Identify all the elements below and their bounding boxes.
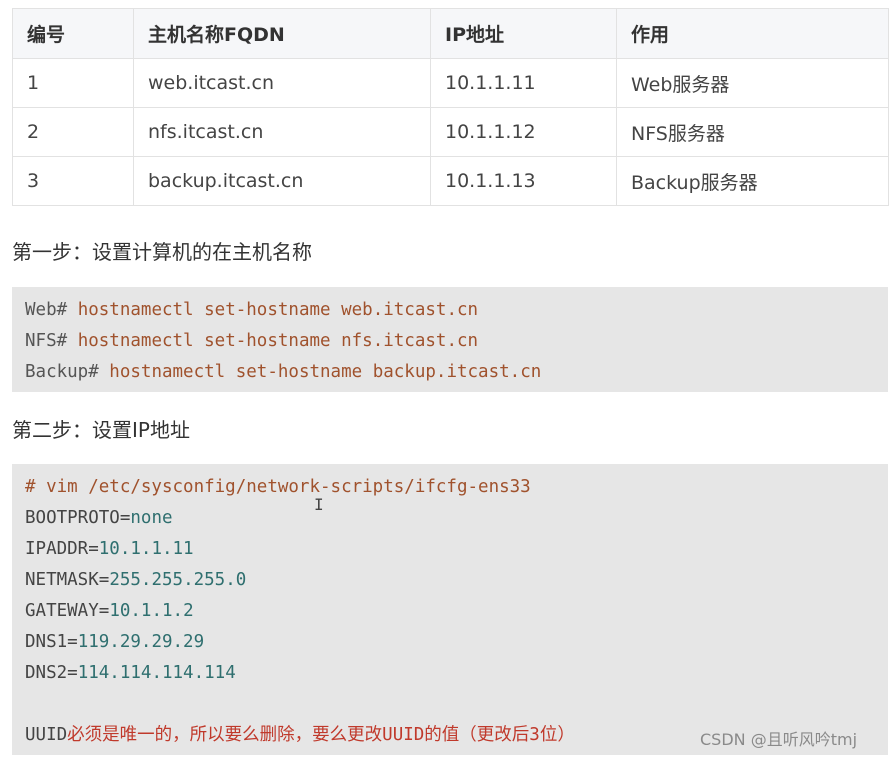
config-line: GATEWAY=10.1.1.2 <box>25 601 194 621</box>
header-ip: IP地址 <box>430 8 617 59</box>
cell-role: NFS服务器 <box>616 107 889 157</box>
table-row: 1 web.itcast.cn 10.1.1.11 Web服务器 <box>12 58 889 108</box>
ip-config-code-block[interactable]: # vim /etc/sysconfig/network-scripts/ifc… <box>12 464 888 755</box>
config-line: NETMASK=255.255.255.0 <box>25 570 247 590</box>
config-key: DNS1 <box>25 632 68 652</box>
code-line: Web# hostnamectl set-hostname web.itcast… <box>25 295 888 326</box>
cell-number: 1 <box>12 58 134 108</box>
host-table: 编号 主机名称FQDN IP地址 作用 1 web.itcast.cn 10.1… <box>12 8 889 206</box>
code-line: Backup# hostnamectl set-hostname backup.… <box>25 357 888 388</box>
shell-command: hostnamectl set-hostname nfs.itcast.cn <box>67 331 479 351</box>
header-role: 作用 <box>616 8 889 59</box>
config-value: 119.29.29.29 <box>77 632 205 652</box>
shell-command: hostnamectl set-hostname web.itcast.cn <box>67 300 479 320</box>
config-line: IPADDR=10.1.1.11 <box>25 539 194 559</box>
config-key: GATEWAY <box>25 601 99 621</box>
cell-number: 2 <box>12 107 134 157</box>
cell-role: Web服务器 <box>616 58 889 108</box>
table-header-row: 编号 主机名称FQDN IP地址 作用 <box>12 8 889 59</box>
cell-ip: 10.1.1.13 <box>430 156 617 206</box>
vim-comment-line: # vim /etc/sysconfig/network-scripts/ifc… <box>25 477 531 497</box>
config-value: 10.1.1.2 <box>109 601 194 621</box>
table-row: 3 backup.itcast.cn 10.1.1.13 Backup服务器 <box>12 156 889 206</box>
shell-prompt: Web# <box>25 300 68 320</box>
shell-command: hostnamectl set-hostname backup.itcast.c… <box>98 362 542 382</box>
table-row: 2 nfs.itcast.cn 10.1.1.12 NFS服务器 <box>12 107 889 157</box>
step2-heading: 第二步：设置IP地址 <box>12 418 190 442</box>
cell-ip: 10.1.1.11 <box>430 58 617 108</box>
cell-ip: 10.1.1.12 <box>430 107 617 157</box>
shell-prompt: Backup# <box>25 362 99 382</box>
header-number: 编号 <box>12 8 134 59</box>
config-line: DNS2=114.114.114.114 <box>25 663 236 683</box>
cell-hostname: backup.itcast.cn <box>133 156 431 206</box>
cell-hostname: nfs.itcast.cn <box>133 107 431 157</box>
uuid-note: 必须是唯一的，所以要么删除，要么更改UUID的值（更改后3位） <box>67 725 575 745</box>
config-line: DNS1=119.29.29.29 <box>25 632 205 652</box>
config-value: 114.114.114.114 <box>77 663 236 683</box>
config-key: BOOTPROTO <box>25 508 120 528</box>
text-cursor-icon: I <box>314 495 324 514</box>
config-value: 10.1.1.11 <box>98 539 194 559</box>
uuid-key: UUID <box>25 725 68 745</box>
config-line: BOOTPROTO=none <box>25 508 173 528</box>
code-line: NFS# hostnamectl set-hostname nfs.itcast… <box>25 326 888 357</box>
shell-prompt: NFS# <box>25 331 68 351</box>
cell-role: Backup服务器 <box>616 156 889 206</box>
cell-number: 3 <box>12 156 134 206</box>
cell-hostname: web.itcast.cn <box>133 58 431 108</box>
header-hostname: 主机名称FQDN <box>133 8 431 59</box>
config-value: 255.255.255.0 <box>109 570 247 590</box>
config-value: none <box>130 508 173 528</box>
watermark: CSDN @且听风吟tmj <box>700 730 858 749</box>
config-key: IPADDR <box>25 539 89 559</box>
hostname-code-block[interactable]: Web# hostnamectl set-hostname web.itcast… <box>12 287 888 392</box>
config-key: NETMASK <box>25 570 99 590</box>
config-key: DNS2 <box>25 663 68 683</box>
step1-heading: 第一步：设置计算机的在主机名称 <box>12 240 312 264</box>
